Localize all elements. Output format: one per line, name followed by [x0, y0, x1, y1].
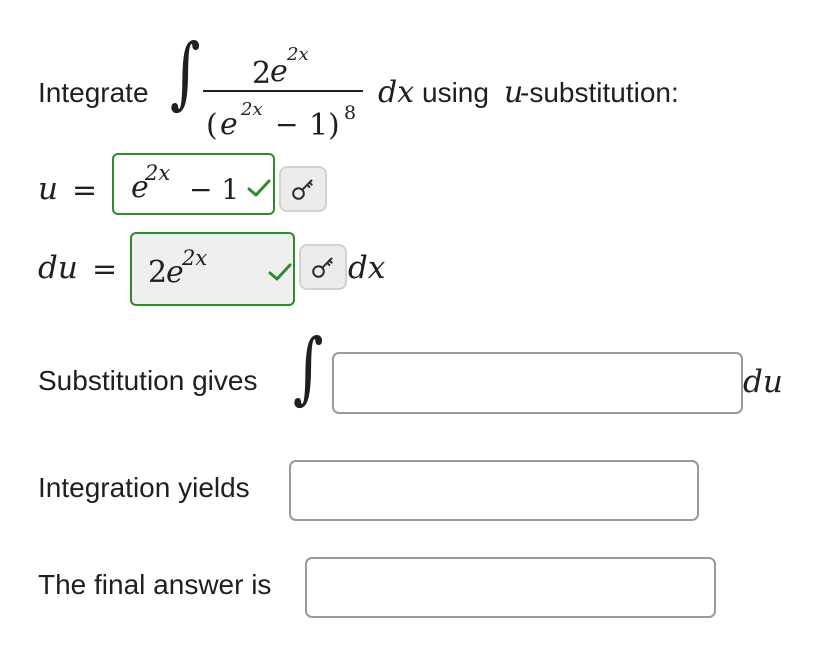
numerator-coef: 2	[252, 56, 272, 91]
integral-sign-icon: ∫	[293, 323, 324, 413]
u-row-label: u	[38, 171, 58, 207]
substitution-label: -substitution:	[520, 77, 679, 108]
final-answer-input[interactable]	[305, 557, 716, 618]
check-icon	[247, 179, 271, 197]
du-answer-box[interactable]: 2 e 2x	[130, 232, 295, 306]
numerator-exponent: 2x	[287, 44, 309, 65]
check-icon	[268, 263, 292, 281]
substitution-input[interactable]	[332, 352, 743, 414]
denominator-exponent: 2x	[241, 99, 263, 120]
key-icon	[292, 179, 313, 200]
du-answer-exponent: 2x	[182, 246, 208, 270]
du-row-label: du	[38, 250, 78, 286]
key-icon	[312, 257, 333, 278]
denominator-minus: −	[275, 108, 299, 141]
denominator-open-paren: (	[206, 108, 218, 143]
u-key-button[interactable]	[279, 166, 327, 212]
u-answer-exponent: 2x	[145, 161, 171, 185]
integral-sign-icon: ∫	[170, 28, 201, 118]
prompt-dx: dx	[378, 75, 415, 110]
u-answer-tail: − 1	[189, 173, 240, 206]
denominator-close-paren: )	[328, 108, 340, 143]
integration-input[interactable]	[289, 460, 699, 521]
fraction-bar	[203, 90, 363, 92]
du-answer-coef: 2	[148, 255, 168, 290]
u-row-equals: =	[72, 173, 98, 208]
du-row-equals: =	[92, 252, 118, 287]
denominator-one: 1	[309, 108, 329, 143]
du-row-dx: dx	[348, 250, 386, 286]
using-label: using	[422, 77, 489, 108]
final-answer-label: The final answer is	[38, 569, 272, 600]
denominator-base: e	[220, 107, 238, 142]
substitution-gives-label: Substitution gives	[38, 365, 258, 396]
integration-yields-label: Integration yields	[38, 472, 250, 503]
numerator-base: e	[270, 54, 288, 89]
integrate-label: Integrate	[38, 77, 149, 108]
u-answer-box[interactable]: e 2x − 1	[112, 153, 275, 215]
du-key-button[interactable]	[299, 244, 347, 290]
substitution-du: du	[743, 364, 783, 400]
denominator-power: 8	[344, 102, 357, 124]
